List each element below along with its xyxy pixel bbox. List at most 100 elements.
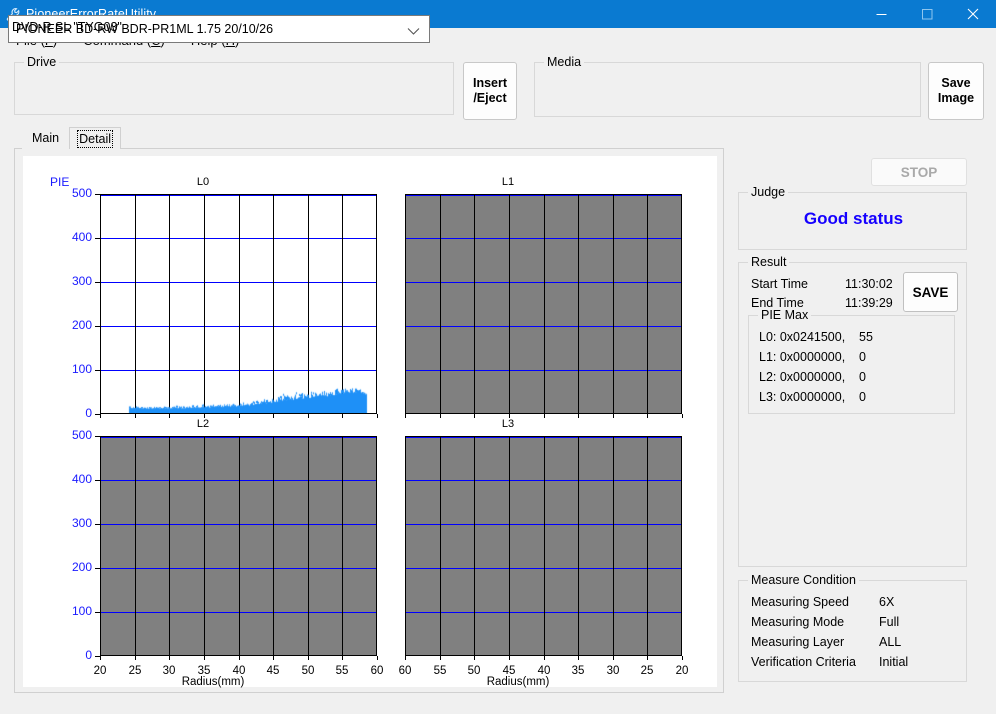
gridline-vertical xyxy=(647,195,648,413)
chart-l1-title: L1 xyxy=(501,176,515,188)
y-tick-label-l0-400: 400 xyxy=(71,230,92,244)
pie-max-row-l1-value: 0 xyxy=(859,350,866,364)
x-tick-mark-l1-60 xyxy=(405,414,406,418)
insert-eject-button[interactable]: Insert /Eject xyxy=(463,62,517,120)
gridline-vertical xyxy=(613,437,614,655)
save-image-button[interactable]: Save Image xyxy=(928,62,984,120)
x-tick-mark-l3-40 xyxy=(544,656,545,660)
y-tick-label-l0-200: 200 xyxy=(71,318,92,332)
x-tick-mark-l2-50 xyxy=(308,656,309,660)
x-tick-label-l3-40: 40 xyxy=(537,665,551,677)
media-value: DVD-R SL "TYG03" xyxy=(12,20,122,34)
start-time-value: 11:30:02 xyxy=(845,277,893,291)
y-tick-mark-l0-300 xyxy=(95,282,100,283)
chart-l2-xlabel: Radius(mm) xyxy=(181,676,245,688)
measure-condition-group: Measure Condition Measuring Speed 6X Mea… xyxy=(738,573,967,682)
x-tick-label-l2-50: 50 xyxy=(301,665,315,677)
x-tick-label-l3-30: 30 xyxy=(606,665,620,677)
y-tick-mark-l2-300 xyxy=(95,524,100,525)
gridline-vertical xyxy=(509,437,510,655)
chart-surface: PIE L0 L1 L2 Radius(mm) L3 Radius(mm) 0 … xyxy=(23,156,717,688)
verification-criteria-value: Initial xyxy=(879,655,909,669)
y-tick-mark-l0-200 xyxy=(95,326,100,327)
pie-max-row-l1-label: L1: 0x0000000, xyxy=(759,350,846,364)
close-icon[interactable] xyxy=(950,0,996,28)
y-tick-label-l2-200: 200 xyxy=(71,560,92,574)
result-group-title: Result xyxy=(748,255,790,269)
x-tick-label-l3-45: 45 xyxy=(502,665,516,677)
measuring-mode-value: Full xyxy=(879,615,900,629)
y-tick-label-l0-0: 0 xyxy=(85,406,92,420)
x-tick-mark-l2-35 xyxy=(204,656,205,660)
save-image-line2: Image xyxy=(937,91,975,105)
media-group-title: Media xyxy=(544,55,585,69)
window-controls xyxy=(858,0,996,28)
chart-l3-xlabel: Radius(mm) xyxy=(486,676,550,688)
pie-max-row-l2-label: L2: 0x0000000, xyxy=(759,370,846,384)
x-tick-label-l3-25: 25 xyxy=(640,665,654,677)
x-tick-label-l2-20: 20 xyxy=(93,665,107,677)
tab-detail[interactable]: Detail xyxy=(69,127,122,149)
x-tick-label-l2-40: 40 xyxy=(232,665,246,677)
x-tick-mark-l3-55 xyxy=(440,656,441,660)
tab-main-label: Main xyxy=(32,131,60,145)
media-group: Media xyxy=(534,55,921,117)
chart-l1-plot[interactable] xyxy=(405,194,682,414)
maximize-icon[interactable] xyxy=(904,0,950,28)
x-tick-mark-l3-45 xyxy=(509,656,510,660)
y-tick-label-l0-500: 500 xyxy=(71,186,92,200)
x-tick-mark-l2-25 xyxy=(135,656,136,660)
gridline-vertical xyxy=(578,195,579,413)
pie-max-group: PIE Max L0: 0x0241500, 55 L1: 0x0000000,… xyxy=(748,308,955,414)
x-tick-mark-l3-50 xyxy=(474,656,475,660)
judge-status-value: Good status xyxy=(803,209,904,228)
measure-condition-group-title: Measure Condition xyxy=(748,573,859,587)
x-tick-mark-l1-35 xyxy=(578,414,579,418)
x-tick-mark-l1-45 xyxy=(509,414,510,418)
x-tick-mark-l2-55 xyxy=(342,656,343,660)
y-tick-mark-l2-500 xyxy=(95,436,100,437)
x-tick-label-l3-55: 55 xyxy=(433,665,447,677)
measuring-layer-label: Measuring Layer xyxy=(751,635,845,649)
x-tick-label-l3-60: 60 xyxy=(398,665,412,677)
y-tick-mark-l0-500 xyxy=(95,194,100,195)
start-time-label: Start Time xyxy=(751,277,808,291)
gridline-vertical xyxy=(239,437,240,655)
measuring-mode-label: Measuring Mode xyxy=(751,615,845,629)
minimize-icon[interactable] xyxy=(858,0,904,28)
tab-main[interactable]: Main xyxy=(22,126,70,149)
chart-l2-title: L2 xyxy=(196,418,210,430)
gridline-vertical xyxy=(509,195,510,413)
x-tick-mark-l0-50 xyxy=(308,414,309,418)
tab-strip: Main Detail xyxy=(22,126,122,149)
y-tick-label-l2-400: 400 xyxy=(71,472,92,486)
y-tick-label-l0-300: 300 xyxy=(71,274,92,288)
x-tick-mark-l0-60 xyxy=(377,414,378,418)
x-tick-label-l2-35: 35 xyxy=(197,665,211,677)
chevron-down-icon[interactable] xyxy=(407,25,420,39)
x-tick-label-l2-25: 25 xyxy=(128,665,142,677)
x-tick-mark-l1-20 xyxy=(682,414,683,418)
x-tick-mark-l1-55 xyxy=(440,414,441,418)
insert-eject-line2: /Eject xyxy=(473,91,507,105)
x-tick-mark-l3-60 xyxy=(405,656,406,660)
stop-button[interactable]: STOP xyxy=(871,158,967,186)
x-tick-label-l3-35: 35 xyxy=(571,665,585,677)
chart-l2-plot[interactable] xyxy=(100,436,377,656)
chart-l3-plot[interactable] xyxy=(405,436,682,656)
x-tick-mark-l1-40 xyxy=(544,414,545,418)
x-tick-mark-l0-25 xyxy=(135,414,136,418)
x-tick-mark-l3-25 xyxy=(647,656,648,660)
measuring-speed-value: 6X xyxy=(879,595,895,609)
gridline-vertical xyxy=(440,437,441,655)
save-button[interactable]: SAVE xyxy=(903,272,958,312)
save-button-label: SAVE xyxy=(912,284,949,300)
y-tick-mark-l0-100 xyxy=(95,370,100,371)
x-tick-mark-l1-30 xyxy=(613,414,614,418)
gridline-vertical xyxy=(204,437,205,655)
pie-max-row-l3-value: 0 xyxy=(859,390,866,404)
insert-eject-line1: Insert xyxy=(472,76,508,90)
gridline-vertical xyxy=(544,437,545,655)
x-tick-mark-l1-25 xyxy=(647,414,648,418)
chart-l0-data-canvas xyxy=(101,195,376,413)
